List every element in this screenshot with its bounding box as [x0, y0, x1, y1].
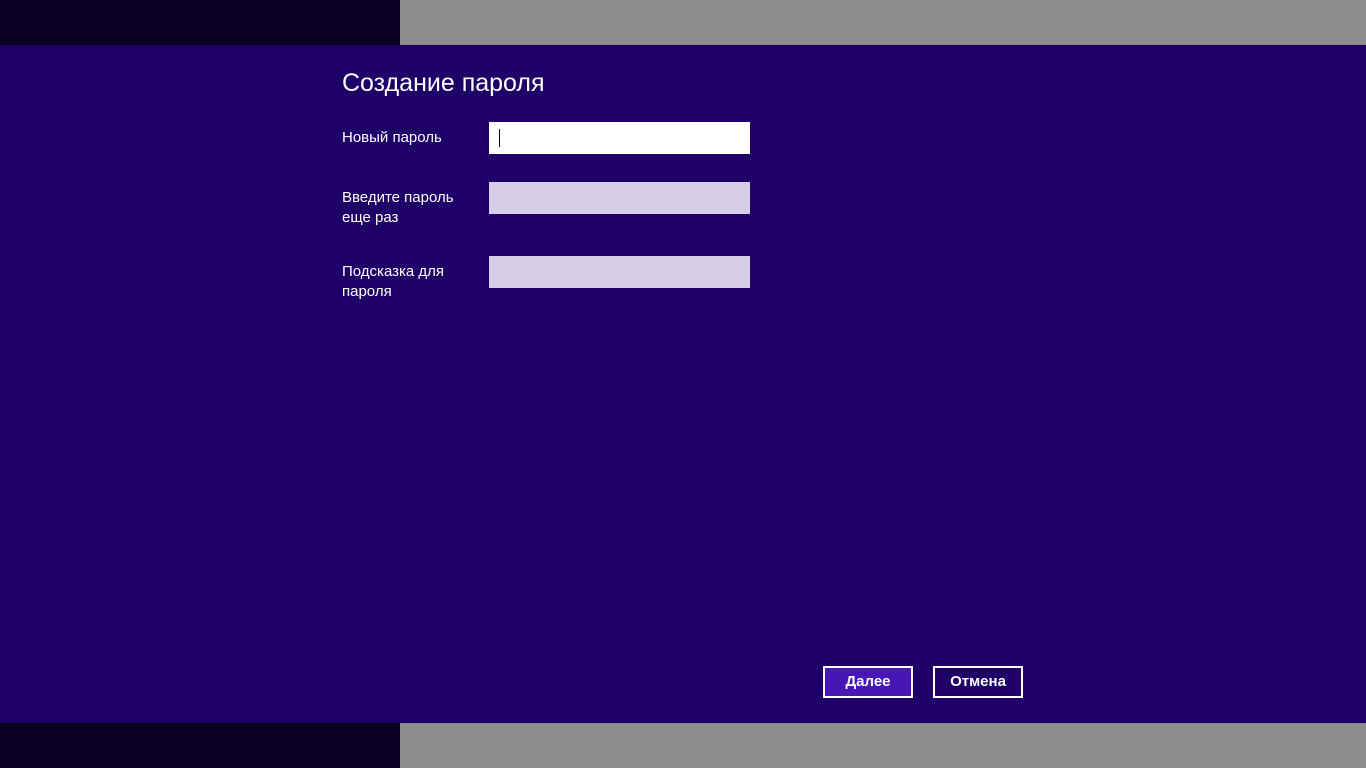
bottom-band-dark-segment [0, 723, 400, 768]
password-hint-input[interactable] [489, 256, 750, 288]
bottom-band [0, 723, 1366, 768]
new-password-input[interactable] [489, 122, 750, 154]
bottom-band-gray-segment [400, 723, 1366, 768]
top-band [0, 0, 1366, 45]
new-password-label: Новый пароль [342, 129, 442, 146]
top-band-gray-segment [400, 0, 1366, 45]
page-title: Создание пароля [342, 69, 545, 97]
confirm-password-input[interactable] [489, 182, 750, 214]
password-hint-label: Подсказка для пароля [342, 263, 445, 300]
top-band-dark-segment [0, 0, 400, 45]
text-caret [499, 129, 500, 147]
password-setup-screen: Создание пароля Новый пароль Введите пар… [0, 0, 1366, 768]
next-button[interactable]: Далее [823, 666, 913, 698]
cancel-button[interactable]: Отмена [933, 666, 1023, 698]
confirm-password-label: Введите пароль еще раз [342, 189, 454, 226]
